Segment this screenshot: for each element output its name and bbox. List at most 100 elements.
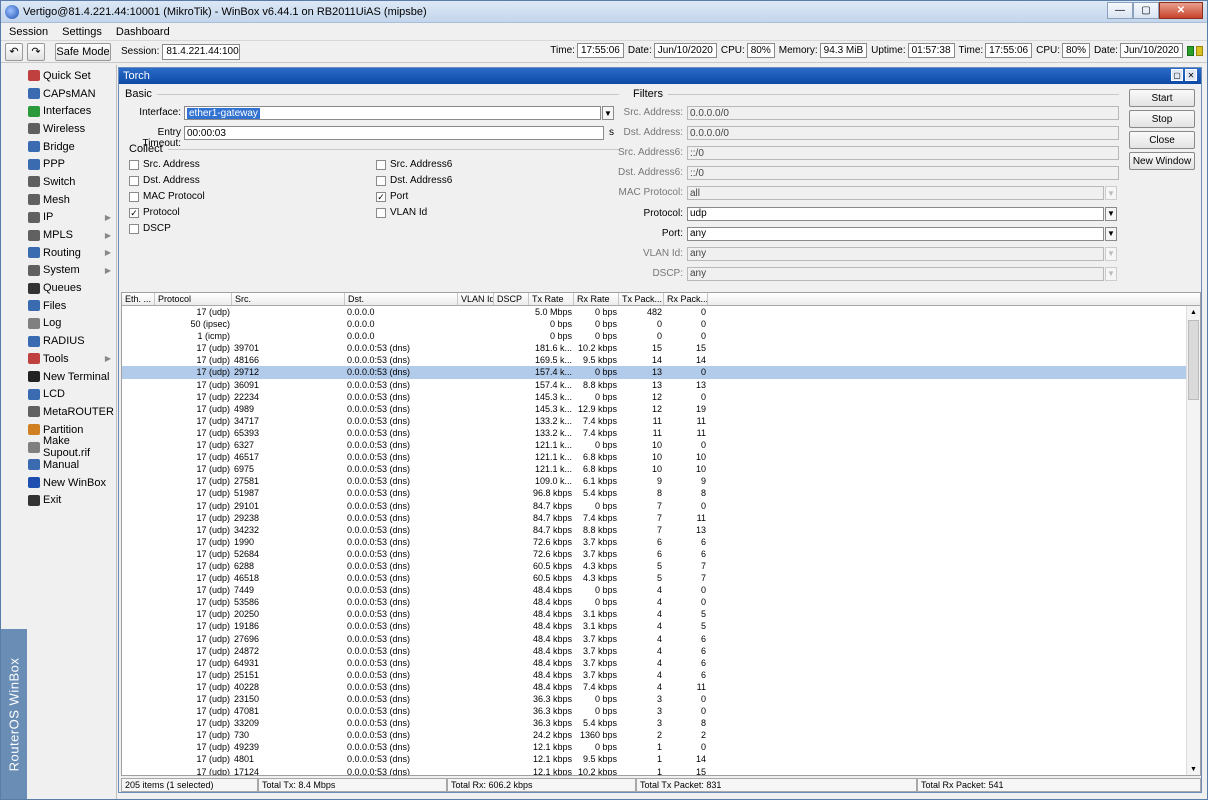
table-row[interactable]: 17 (udp) 46518 0.0.0.0:53 (dns) 60.5 kbps 4.… (122, 572, 1200, 584)
table-row[interactable]: 17 (udp) 29238 0.0.0.0:53 (dns) 84.7 kbps 7.… (122, 512, 1200, 524)
sidebar-item-quick-set[interactable]: Quick Set (1, 67, 117, 85)
sidebar-item-new-terminal[interactable]: New Terminal (1, 368, 117, 386)
checkbox-box[interactable] (129, 223, 139, 234)
table-row[interactable]: 17 (udp) 34232 0.0.0.0:53 (dns) 84.7 kbps 8.… (122, 524, 1200, 536)
sidebar-item-exit[interactable]: Exit (1, 492, 117, 510)
table-row[interactable]: 17 (udp) 20250 0.0.0.0:53 (dns) 48.4 kbps 3.… (122, 608, 1200, 620)
table-row[interactable]: 17 (udp) 33209 0.0.0.0:53 (dns) 36.3 kbps 5.… (122, 717, 1200, 729)
collect-dscp-checkbox[interactable]: DSCP (129, 223, 171, 234)
table-row[interactable]: 17 (udp) 6327 0.0.0.0:53 (dns) 121.1 k... 0 … (122, 439, 1200, 451)
checkbox-box[interactable]: ✓ (376, 191, 386, 202)
menu-session[interactable]: Session (9, 26, 48, 38)
column-header-5[interactable]: DSCP (494, 293, 529, 305)
checkbox-box[interactable] (376, 175, 386, 186)
sidebar-item-mpls[interactable]: MPLS ▶ (1, 226, 117, 244)
torch-maximize-button[interactable]: ▢ (1171, 69, 1183, 81)
sidebar-item-queues[interactable]: Queues (1, 279, 117, 297)
collect-dst-address-checkbox[interactable]: Dst. Address (129, 175, 200, 186)
table-row[interactable]: 17 (udp) 22234 0.0.0.0:53 (dns) 145.3 k... 0… (122, 391, 1200, 403)
checkbox-box[interactable] (129, 175, 139, 186)
sidebar-item-log[interactable]: Log (1, 315, 117, 333)
sidebar-item-routing[interactable]: Routing ▶ (1, 244, 117, 262)
scroll-up-icon[interactable]: ▲ (1187, 306, 1200, 318)
table-row[interactable]: 17 (udp) 0.0.0.0 5.0 Mbps 0 bps 482 0 (122, 306, 1200, 318)
table-row[interactable]: 17 (udp) 49239 0.0.0.0:53 (dns) 12.1 kbps 0 … (122, 741, 1200, 753)
sidebar-item-radius[interactable]: RADIUS (1, 332, 117, 350)
table-row[interactable]: 17 (udp) 65393 0.0.0.0:53 (dns) 133.2 k... 7… (122, 427, 1200, 439)
column-header-1[interactable]: Protocol (155, 293, 232, 305)
collect-dst-address6-checkbox[interactable]: Dst. Address6 (376, 175, 452, 186)
undo-icon[interactable]: ↶ (5, 42, 23, 61)
safe-mode-button[interactable]: Safe Mode (55, 42, 111, 61)
table-row[interactable]: 17 (udp) 7449 0.0.0.0:53 (dns) 48.4 kbps 0 b… (122, 584, 1200, 596)
table-row[interactable]: 17 (udp) 29712 0.0.0.0:53 (dns) 157.4 k... 0… (122, 366, 1200, 379)
table-row[interactable]: 17 (udp) 47081 0.0.0.0:53 (dns) 36.3 kbps 0 … (122, 705, 1200, 717)
table-row[interactable]: 17 (udp) 27696 0.0.0.0:53 (dns) 48.4 kbps 3.… (122, 633, 1200, 645)
table-row[interactable]: 17 (udp) 6288 0.0.0.0:53 (dns) 60.5 kbps 4.3… (122, 560, 1200, 572)
redo-icon[interactable]: ↷ (27, 42, 45, 61)
table-row[interactable]: 17 (udp) 24872 0.0.0.0:53 (dns) 48.4 kbps 3.… (122, 645, 1200, 657)
checkbox-box[interactable] (376, 207, 386, 218)
collect-mac-protocol-checkbox[interactable]: MAC Protocol (129, 191, 205, 202)
table-row[interactable]: 17 (udp) 52684 0.0.0.0:53 (dns) 72.6 kbps 3.… (122, 548, 1200, 560)
table-row[interactable]: 17 (udp) 23150 0.0.0.0:53 (dns) 36.3 kbps 0 … (122, 693, 1200, 705)
collect-src-address-checkbox[interactable]: Src. Address (129, 159, 200, 170)
table-scrollbar[interactable]: ▲ ▼ (1186, 306, 1200, 775)
table-row[interactable]: 17 (udp) 64931 0.0.0.0:53 (dns) 48.4 kbps 3.… (122, 657, 1200, 669)
close-button[interactable]: Close (1129, 131, 1195, 149)
minimize-button[interactable]: — (1107, 2, 1133, 19)
collect-port-checkbox[interactable]: ✓ Port (376, 191, 408, 202)
checkbox-box[interactable] (129, 159, 139, 170)
table-row[interactable]: 17 (udp) 730 0.0.0.0:53 (dns) 24.2 kbps 1360… (122, 729, 1200, 741)
sidebar-item-system[interactable]: System ▶ (1, 262, 117, 280)
collect-vlan-id-checkbox[interactable]: VLAN Id (376, 207, 427, 218)
torch-close-button[interactable]: ✕ (1185, 69, 1197, 81)
sidebar-item-capsman[interactable]: CAPsMAN (1, 85, 117, 103)
sidebar-item-switch[interactable]: Switch (1, 173, 117, 191)
table-row[interactable]: 17 (udp) 25151 0.0.0.0:53 (dns) 48.4 kbps 3.… (122, 669, 1200, 681)
table-row[interactable]: 17 (udp) 6975 0.0.0.0:53 (dns) 121.1 k... 6.… (122, 463, 1200, 475)
stop-button[interactable]: Stop (1129, 110, 1195, 128)
scroll-thumb[interactable] (1188, 320, 1199, 400)
entry-timeout-input[interactable]: 00:00:03 (184, 126, 604, 140)
sidebar-item-mesh[interactable]: Mesh (1, 191, 117, 209)
table-row[interactable]: 17 (udp) 39701 0.0.0.0:53 (dns) 181.6 k... 1… (122, 342, 1200, 354)
column-header-3[interactable]: Dst. (345, 293, 458, 305)
table-row[interactable]: 17 (udp) 4989 0.0.0.0:53 (dns) 145.3 k... 12… (122, 403, 1200, 415)
close-window-button[interactable]: ✕ (1159, 2, 1203, 19)
column-header-9[interactable]: Rx Pack... (664, 293, 708, 305)
sidebar-item-manual[interactable]: Manual (1, 456, 117, 474)
start-button[interactable]: Start (1129, 89, 1195, 107)
menu-dashboard[interactable]: Dashboard (116, 26, 170, 38)
table-row[interactable]: 17 (udp) 46517 0.0.0.0:53 (dns) 121.1 k... 6… (122, 451, 1200, 463)
dropdown-arrow-icon[interactable]: ▼ (1105, 206, 1117, 221)
collect-src-address6-checkbox[interactable]: Src. Address6 (376, 159, 452, 170)
filter-protocol-input[interactable]: udp (687, 206, 1104, 221)
sidebar-item-files[interactable]: Files (1, 297, 117, 315)
collect-protocol-checkbox[interactable]: ✓ Protocol (129, 207, 180, 218)
column-header-8[interactable]: Tx Pack... (619, 293, 664, 305)
new-window-button[interactable]: New Window (1129, 152, 1195, 170)
sidebar-item-interfaces[interactable]: Interfaces (1, 102, 117, 120)
interface-select[interactable]: ether1-gateway (184, 106, 601, 120)
column-header-6[interactable]: Tx Rate (529, 293, 574, 305)
table-row[interactable]: 17 (udp) 27581 0.0.0.0:53 (dns) 109.0 k... 6… (122, 475, 1200, 487)
table-row[interactable]: 17 (udp) 29101 0.0.0.0:53 (dns) 84.7 kbps 0 … (122, 500, 1200, 512)
column-header-2[interactable]: Src. (232, 293, 345, 305)
table-row[interactable]: 1 (icmp) 0.0.0.0 0 bps 0 bps 0 0 (122, 330, 1200, 342)
scroll-down-icon[interactable]: ▼ (1187, 763, 1200, 775)
checkbox-box[interactable] (376, 159, 386, 170)
filter-port-input[interactable]: any (687, 226, 1104, 241)
column-header-7[interactable]: Rx Rate (574, 293, 619, 305)
sidebar-item-ppp[interactable]: PPP (1, 155, 117, 173)
sidebar-item-lcd[interactable]: LCD (1, 385, 117, 403)
table-row[interactable]: 17 (udp) 19186 0.0.0.0:53 (dns) 48.4 kbps 3.… (122, 620, 1200, 632)
sidebar-item-bridge[interactable]: Bridge (1, 138, 117, 156)
table-row[interactable]: 17 (udp) 36091 0.0.0.0:53 (dns) 157.4 k... 8… (122, 379, 1200, 391)
table-row[interactable]: 17 (udp) 4801 0.0.0.0:53 (dns) 12.1 kbps 9.5… (122, 753, 1200, 765)
sidebar-item-wireless[interactable]: Wireless (1, 120, 117, 138)
sidebar-item-make-supout-rif[interactable]: Make Supout.rif (1, 435, 117, 459)
checkbox-box[interactable]: ✓ (129, 207, 139, 218)
maximize-button[interactable]: ▢ (1133, 2, 1159, 19)
sidebar-item-tools[interactable]: Tools ▶ (1, 350, 117, 368)
